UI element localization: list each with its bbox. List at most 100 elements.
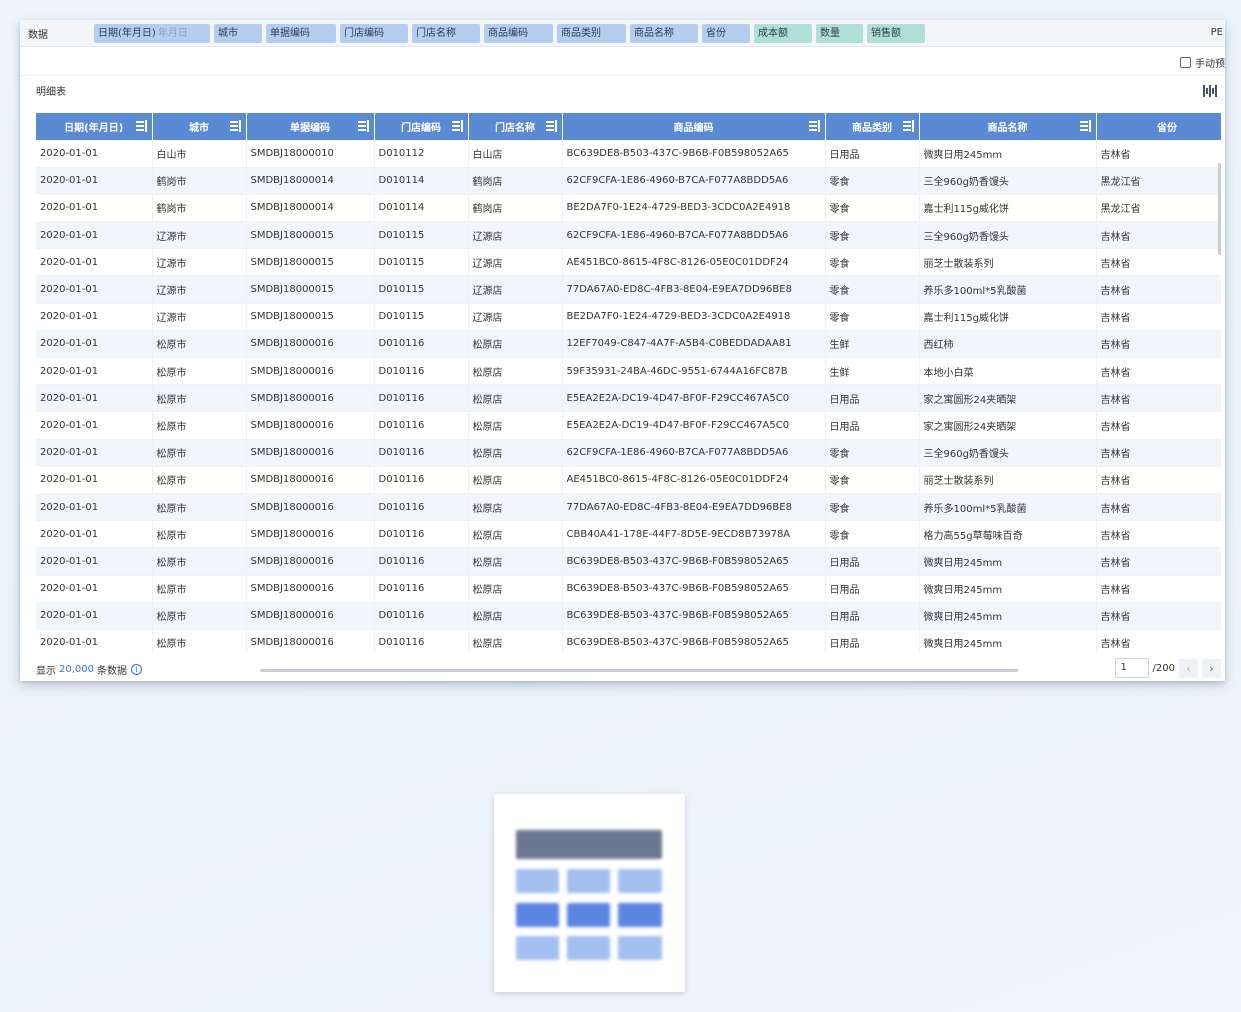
column-header-bill-code[interactable]: 单据编码 bbox=[246, 113, 375, 140]
table-cell: D010115 bbox=[374, 275, 469, 304]
table-header-row: 日期(年月日) 城市 单据编码 门店编码 门店名称 商品编码 商品类别 商品名称… bbox=[36, 113, 1221, 140]
table-cell: SMDBJ18000016 bbox=[246, 330, 375, 359]
table-footer: 显示 20,000 条数据 i 1 /200 ‹ › bbox=[20, 657, 1225, 681]
table-row[interactable]: 2020-01-01 松原市 SMDBJ18000016 D010116 松原店 BC63… bbox=[36, 602, 1221, 630]
table-row[interactable]: 2020-01-01 松原市 SMDBJ18000016 D010116 松原店 62CF… bbox=[36, 439, 1221, 467]
table-row[interactable]: 2020-01-01 松原市 SMDBJ18000016 D010116 松原店 CBB4… bbox=[36, 520, 1221, 549]
table-cell: 吉林省 bbox=[1096, 602, 1221, 630]
sort-icon[interactable] bbox=[135, 120, 147, 132]
table-cell: 零食 bbox=[825, 248, 920, 277]
table-cell: 松原店 bbox=[468, 493, 563, 522]
table-row[interactable]: 2020-01-01 松原市 SMDBJ18000016 D010116 松原店 BC63… bbox=[36, 575, 1221, 603]
table-row[interactable]: 2020-01-01 松原市 SMDBJ18000016 D010116 松原店 AE45… bbox=[36, 466, 1221, 494]
table-row[interactable]: 2020-01-01 辽源市 SMDBJ18000015 D010115 辽源店 77DA… bbox=[36, 275, 1221, 304]
sort-icon[interactable] bbox=[902, 120, 914, 132]
table-row[interactable]: 2020-01-01 辽源市 SMDBJ18000015 D010115 辽源店 62CF… bbox=[36, 221, 1221, 250]
table-cell: 吉林省 bbox=[1096, 275, 1221, 304]
prev-page-button[interactable]: ‹ bbox=[1179, 658, 1198, 678]
table-cell: 微爽日用245mm bbox=[919, 547, 1097, 576]
table-cell: 零食 bbox=[825, 221, 920, 250]
page-number-input[interactable]: 1 bbox=[1114, 658, 1149, 678]
table-cell: 59F35931-24BA-46DC-9551-6744A16FC87B bbox=[562, 357, 826, 386]
sort-icon[interactable] bbox=[357, 120, 369, 132]
table-cell: 2020-01-01 bbox=[36, 602, 153, 630]
sort-icon[interactable] bbox=[545, 120, 557, 132]
table-cell: 2020-01-01 bbox=[36, 248, 153, 277]
table-row[interactable]: 2020-01-01 白山市 SMDBJ18000010 D010112 白山店 BC63… bbox=[36, 140, 1221, 168]
table-row[interactable]: 2020-01-01 辽源市 SMDBJ18000015 D010115 辽源店 AE45… bbox=[36, 248, 1221, 277]
table-cell: 松原店 bbox=[468, 384, 563, 413]
field-chip-date[interactable]: 日期(年月日) 年月日 bbox=[94, 23, 210, 43]
table-cell: 日用品 bbox=[825, 629, 920, 653]
field-chip-cost[interactable]: 成本额 bbox=[754, 23, 812, 43]
table-cell: BC639DE8-B503-437C-9B6B-F0B598052A65 bbox=[562, 140, 826, 168]
table-row[interactable]: 2020-01-01 松原市 SMDBJ18000016 D010116 松原店 BC63… bbox=[36, 547, 1221, 576]
field-chip-city[interactable]: 城市 bbox=[214, 23, 262, 43]
column-settings-icon[interactable] bbox=[1203, 85, 1217, 97]
table-cell: D010116 bbox=[374, 384, 469, 413]
column-header-province[interactable]: 省份 bbox=[1096, 113, 1221, 140]
table-cell: E5EA2E2A-DC19-4D47-BF0F-F29CC467A5C0 bbox=[562, 411, 826, 440]
table-row[interactable]: 2020-01-01 松原市 SMDBJ18000016 D010116 松原店 12EF… bbox=[36, 330, 1221, 359]
table-cell: 12EF7049-C847-4A7F-A5B4-C0BEDDADAA81 bbox=[562, 330, 826, 359]
table-cell: SMDBJ18000014 bbox=[246, 167, 375, 195]
table-cell: D010116 bbox=[374, 575, 469, 603]
table-row[interactable]: 2020-01-01 松原市 SMDBJ18000016 D010116 松原店 E5EA… bbox=[36, 384, 1221, 413]
sort-icon[interactable] bbox=[808, 120, 820, 132]
column-header-store-name[interactable]: 门店名称 bbox=[468, 113, 563, 140]
manual-preview-checkbox[interactable] bbox=[1180, 56, 1191, 68]
field-chip-bill-code[interactable]: 单据编码 bbox=[266, 23, 336, 43]
field-chip-sales[interactable]: 销售额 bbox=[867, 23, 925, 43]
manual-preview-toggle[interactable]: 手动预 bbox=[1180, 55, 1225, 70]
table-row[interactable]: 2020-01-01 鹤岗市 SMDBJ18000014 D010114 鹤岗店 62CF… bbox=[36, 167, 1221, 195]
column-header-product-name[interactable]: 商品名称 bbox=[919, 113, 1097, 140]
info-icon[interactable]: i bbox=[131, 663, 142, 675]
field-chip-store-name[interactable]: 门店名称 bbox=[412, 23, 480, 43]
row-count: 20,000 bbox=[59, 663, 94, 675]
table-cell: 日用品 bbox=[825, 547, 920, 576]
field-chip-product-code[interactable]: 商品编码 bbox=[484, 23, 553, 43]
table-cell: 白山市 bbox=[152, 140, 247, 168]
table-cell: 嘉士利115g威化饼 bbox=[919, 303, 1097, 331]
vertical-scrollbar[interactable] bbox=[1218, 163, 1221, 255]
column-header-date[interactable]: 日期(年月日) bbox=[36, 113, 153, 140]
field-chip-product-name[interactable]: 商品名称 bbox=[630, 23, 698, 43]
sort-icon[interactable] bbox=[1079, 120, 1091, 132]
table-cell: 丽芝士散装系列 bbox=[919, 248, 1097, 277]
column-header-product-code[interactable]: 商品编码 bbox=[562, 113, 826, 140]
table-cell: D010115 bbox=[374, 221, 469, 250]
table-row[interactable]: 2020-01-01 松原市 SMDBJ18000016 D010116 松原店 E5EA… bbox=[36, 411, 1221, 440]
table-cell: D010116 bbox=[374, 602, 469, 630]
table-row[interactable]: 2020-01-01 松原市 SMDBJ18000016 D010116 松原店 BC63… bbox=[36, 629, 1221, 653]
table-cell: SMDBJ18000015 bbox=[246, 275, 375, 304]
table-cell: SMDBJ18000016 bbox=[246, 411, 375, 440]
table-cell: 吉林省 bbox=[1096, 466, 1221, 494]
table-cell: 2020-01-01 bbox=[36, 439, 153, 467]
table-cell: 松原店 bbox=[468, 330, 563, 359]
table-row[interactable]: 2020-01-01 辽源市 SMDBJ18000015 D010115 辽源店 BE2D… bbox=[36, 303, 1221, 331]
field-chip-quantity[interactable]: 数量 bbox=[816, 23, 863, 43]
table-cell: BE2DA7F0-1E24-4729-BED3-3CDC0A2E4918 bbox=[562, 194, 826, 223]
table-cell: 零食 bbox=[825, 194, 920, 223]
field-chip-product-category[interactable]: 商品类别 bbox=[557, 23, 626, 43]
sort-icon[interactable] bbox=[229, 120, 241, 132]
column-header-product-category[interactable]: 商品类别 bbox=[825, 113, 920, 140]
field-chip-province[interactable]: 省份 bbox=[702, 23, 750, 43]
table-cell: SMDBJ18000016 bbox=[246, 439, 375, 467]
table-row[interactable]: 2020-01-01 鹤岗市 SMDBJ18000014 D010114 鹤岗店 BE2D… bbox=[36, 194, 1221, 223]
table-cell: 吉林省 bbox=[1096, 575, 1221, 603]
table-cell: 松原市 bbox=[152, 384, 247, 413]
table-cell: AE451BC0-8615-4F8C-8126-05E0C01DDF24 bbox=[562, 248, 826, 277]
field-chip-store-code[interactable]: 门店编码 bbox=[340, 23, 408, 43]
pagination: 1 /200 ‹ › bbox=[1114, 658, 1221, 678]
next-page-button[interactable]: › bbox=[1202, 658, 1221, 678]
table-cell: 吉林省 bbox=[1096, 547, 1221, 576]
table-cell: SMDBJ18000016 bbox=[246, 384, 375, 413]
table-row[interactable]: 2020-01-01 松原市 SMDBJ18000016 D010116 松原店 77DA… bbox=[36, 493, 1221, 522]
column-header-store-code[interactable]: 门店编码 bbox=[374, 113, 469, 140]
table-row[interactable]: 2020-01-01 松原市 SMDBJ18000016 D010116 松原店 59F3… bbox=[36, 357, 1221, 386]
sort-icon[interactable] bbox=[451, 120, 463, 132]
column-header-city[interactable]: 城市 bbox=[152, 113, 247, 140]
table-cell: 松原市 bbox=[152, 357, 247, 386]
table-cell: 2020-01-01 bbox=[36, 547, 153, 576]
